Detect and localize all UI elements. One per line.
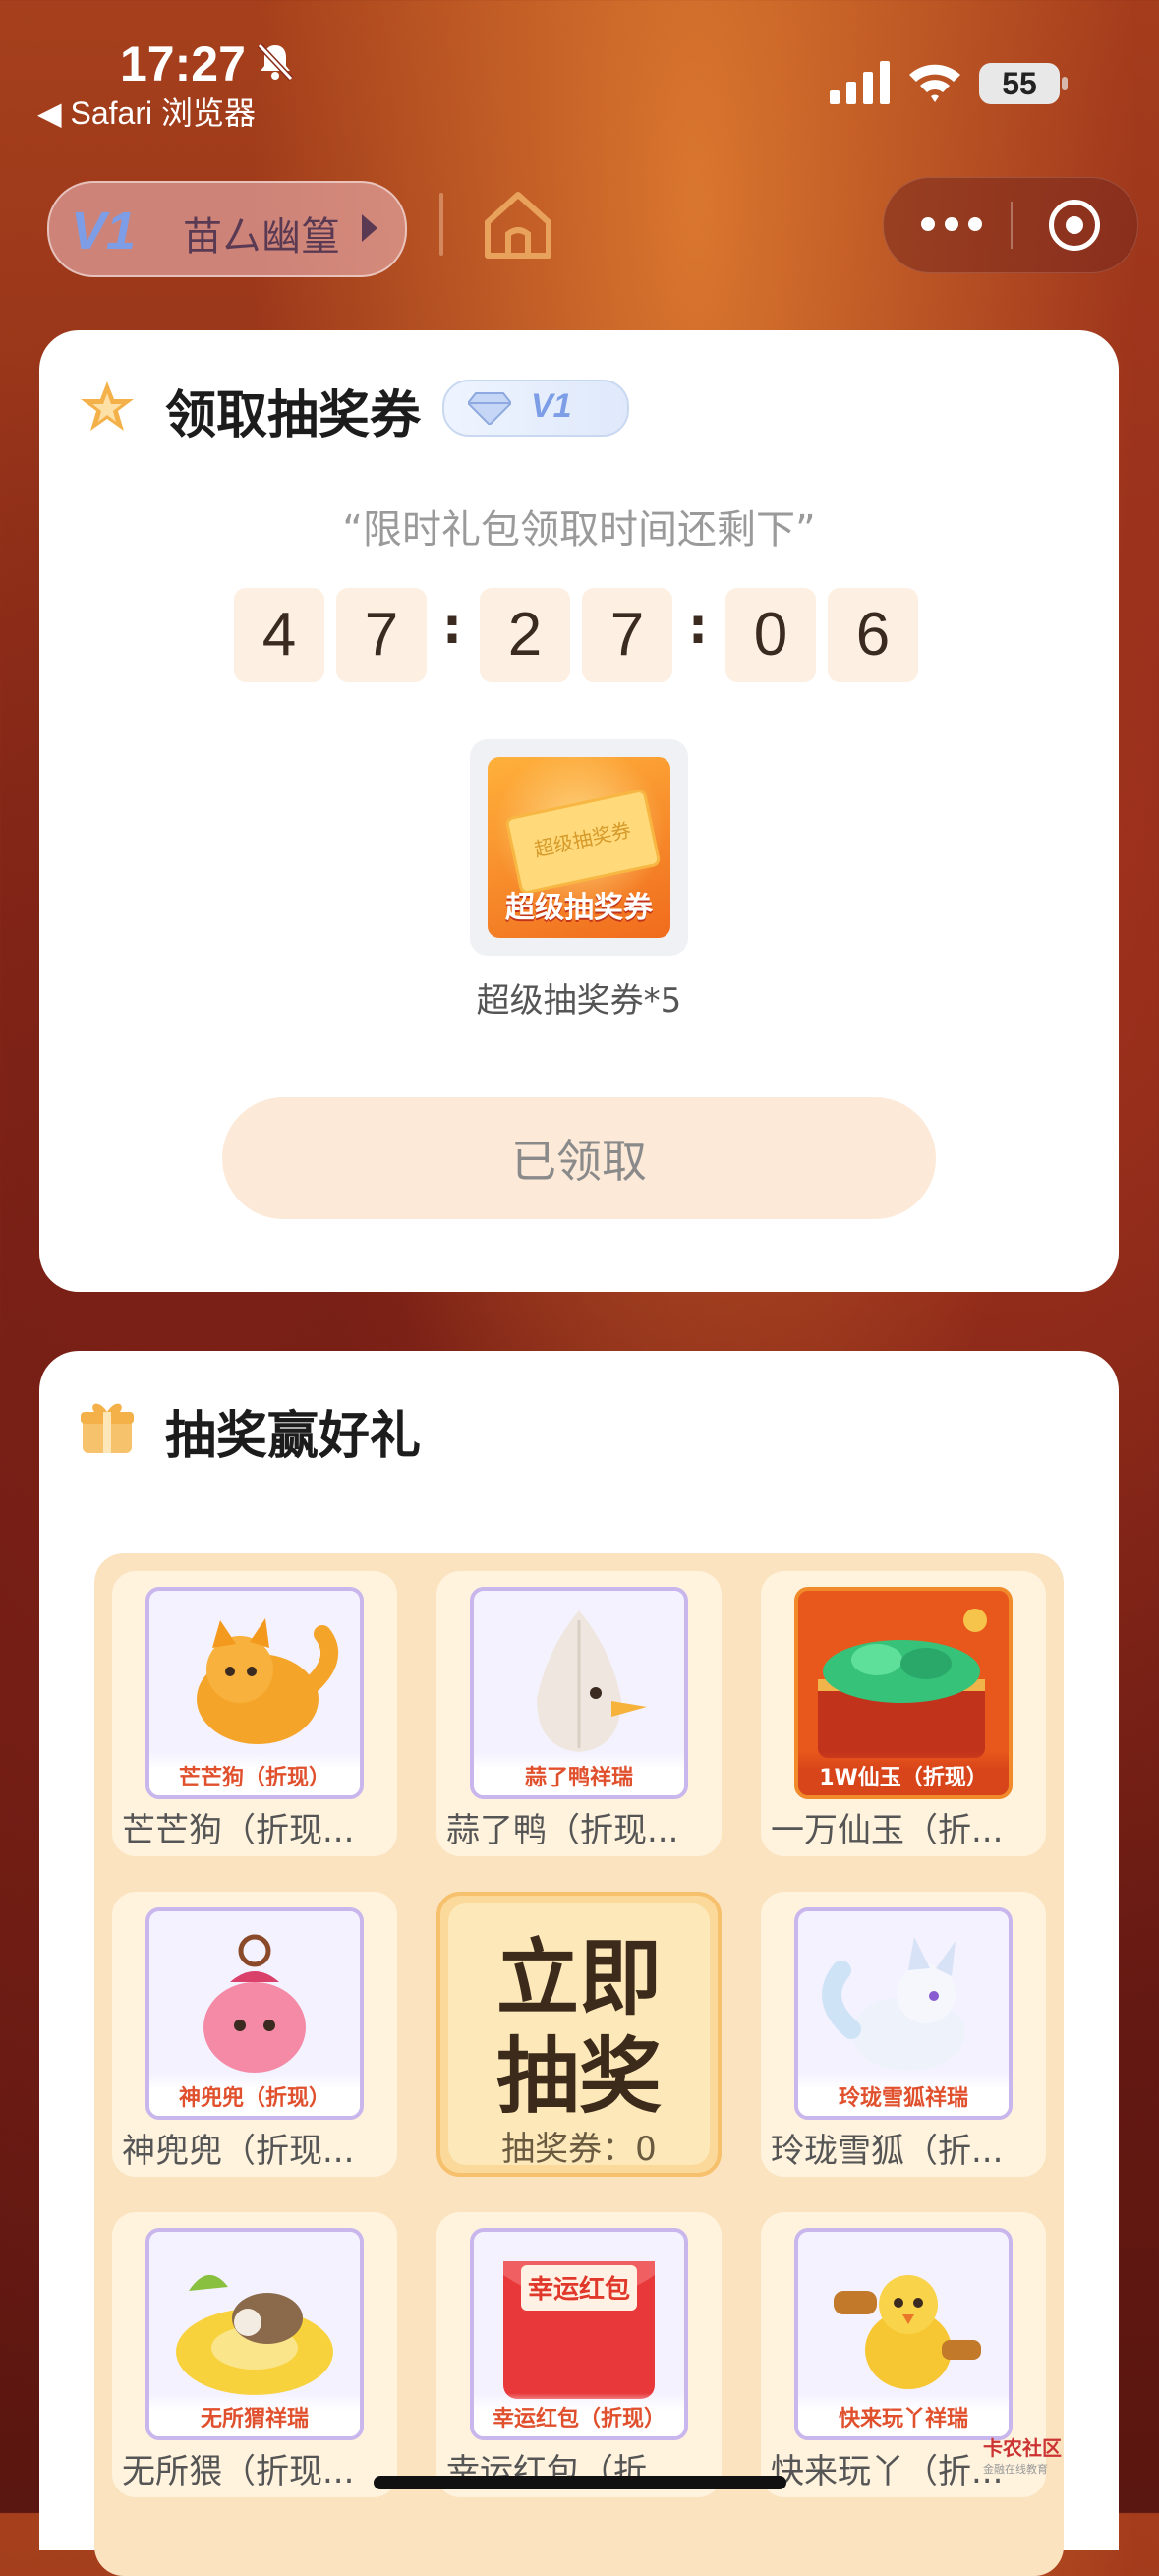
countdown-digit: 6	[828, 588, 918, 682]
watermark: 卡农社区 金融在线教育	[983, 2432, 1062, 2477]
prize-image-frame: 超级抽奖券 超级抽奖券	[470, 739, 688, 956]
prize-tag: 蒜了鸭祥瑞	[474, 1752, 684, 1795]
prize-cell[interactable]: 玲珑雪狐祥瑞 玲珑雪狐（折...	[761, 1892, 1046, 2177]
voucher-card: 领取抽奖券 V1 “限时礼包领取时间还剩下” 4 7 : 2 7 : 0 6 超…	[39, 330, 1119, 1292]
countdown-digit: 4	[234, 588, 324, 682]
prize-image: 玲珑雪狐祥瑞	[794, 1907, 1013, 2120]
prize-cell[interactable]: 蒜了鸭祥瑞 蒜了鸭（折现...	[436, 1571, 722, 1856]
draw-button-title: 立即 抽奖	[448, 1929, 710, 2126]
prize-cell[interactable]: 幸运红包 幸运红包（折现） 幸运红包（折...	[436, 2212, 722, 2497]
prize-tag: 无所猬祥瑞	[149, 2393, 360, 2436]
user-name: 苗厶幽篁	[183, 214, 340, 260]
nav-divider	[439, 193, 443, 256]
home-icon[interactable]	[478, 185, 558, 265]
diamond-icon	[468, 392, 511, 425]
prize-label: 无所猥（折现...	[122, 2452, 355, 2491]
prize-caption: 超级抽奖券*5	[476, 981, 682, 1021]
miniprogram-capsule	[883, 177, 1138, 273]
draw-button-face: 立即 抽奖 抽奖券：0	[448, 1903, 710, 2169]
prize-tag: 1W仙玉（折现）	[798, 1752, 1009, 1795]
prize-tag: 神兜兜（折现）	[149, 2073, 360, 2116]
chevron-right-icon	[362, 214, 377, 242]
prize-label: 芒芒狗（折现...	[122, 1811, 355, 1850]
prize-image: 神兜兜（折现）	[145, 1907, 364, 2120]
watermark-name: 卡农社区	[983, 2436, 1062, 2460]
prize-tag: 幸运红包（折现）	[474, 2393, 684, 2436]
prize-label: 玲珑雪狐（折...	[771, 2132, 1004, 2171]
more-options-icon[interactable]	[921, 217, 982, 233]
wifi-icon	[909, 64, 960, 102]
voucher-card-title: 领取抽奖券	[165, 386, 422, 445]
lottery-card: 抽奖赢好礼 芒芒狗（折现） 芒芒狗（折现... 蒜了鸭祥瑞 蒜了鸭（折现... …	[39, 1351, 1119, 2576]
countdown-digit: 2	[480, 588, 570, 682]
prize-cell[interactable]: 神兜兜（折现） 神兜兜（折现...	[112, 1892, 397, 2177]
countdown-colon: :	[688, 598, 708, 655]
star-badge-icon	[81, 381, 134, 431]
level-badge: V1	[442, 380, 629, 437]
countdown-caption: “限时礼包领取时间还剩下”	[342, 507, 816, 553]
back-to-safari-link[interactable]: ◀ Safari 浏览器	[37, 88, 256, 134]
prize-label: 神兜兜（折现...	[122, 2132, 355, 2171]
vip-level-logo: V1	[71, 202, 137, 261]
draw-now-button[interactable]: 立即 抽奖 抽奖券：0	[436, 1892, 722, 2177]
draw-button-line2: 抽奖	[495, 2028, 662, 2125]
battery-indicator: 55	[979, 63, 1060, 104]
prize-image: 芒芒狗（折现）	[145, 1587, 364, 1799]
capsule-divider	[1011, 202, 1013, 249]
prize-image: 快来玩丫祥瑞	[794, 2228, 1013, 2440]
lottery-card-title: 抽奖赢好礼	[165, 1407, 422, 1466]
prize-grid: 芒芒狗（折现） 芒芒狗（折现... 蒜了鸭祥瑞 蒜了鸭（折现... 1W仙玉（折…	[94, 1553, 1064, 2576]
level-badge-label: V1	[531, 387, 572, 425]
watermark-sub: 金融在线教育	[983, 2463, 1048, 2476]
draw-button-line1: 立即	[495, 1930, 662, 2026]
prize-image: 幸运红包 幸运红包（折现）	[470, 2228, 688, 2440]
prize-label: 一万仙玉（折...	[771, 1811, 1004, 1850]
prize-image: 蒜了鸭祥瑞	[470, 1587, 688, 1799]
countdown-digit: 7	[582, 588, 672, 682]
status-bar: 17:27 ◀ Safari 浏览器 55	[0, 0, 1159, 131]
countdown-digit: 7	[336, 588, 427, 682]
prize-cell[interactable]: 无所猬祥瑞 无所猥（折现...	[112, 2212, 397, 2497]
prize-image: 无所猬祥瑞	[145, 2228, 364, 2440]
countdown-digit: 0	[725, 588, 816, 682]
gift-icon	[81, 1403, 134, 1453]
home-indicator[interactable]	[374, 2476, 786, 2489]
prize-image: 1W仙玉（折现）	[794, 1587, 1013, 1799]
silent-bell-icon	[257, 42, 294, 82]
countdown-colon: :	[442, 598, 462, 655]
super-ticket-image: 超级抽奖券 超级抽奖券	[488, 757, 670, 938]
countdown-timer: 4 7 : 2 7 : 0 6	[234, 588, 942, 682]
prize-cell[interactable]: 1W仙玉（折现） 一万仙玉（折...	[761, 1571, 1046, 1856]
battery-nub	[1062, 77, 1068, 90]
close-miniprogram-icon[interactable]	[1049, 200, 1100, 251]
prize-tag: 快来玩丫祥瑞	[798, 2393, 1009, 2436]
prize-tag: 芒芒狗（折现）	[149, 1752, 360, 1795]
ticket-count: 抽奖券：0	[501, 2130, 657, 2169]
prize-cell[interactable]: 芒芒狗（折现） 芒芒狗（折现...	[112, 1571, 397, 1856]
envelope-text: 幸运红包	[528, 2274, 630, 2305]
prize-tag: 玲珑雪狐祥瑞	[798, 2073, 1009, 2116]
claimed-button[interactable]: 已领取	[222, 1097, 936, 1219]
ticket-label: 超级抽奖券	[505, 891, 653, 925]
prize-label: 蒜了鸭（折现...	[446, 1811, 679, 1850]
clock: 17:27	[120, 36, 246, 91]
cellular-signal-icon	[830, 61, 890, 104]
vip-profile-button[interactable]: V1 苗厶幽篁	[47, 181, 407, 277]
